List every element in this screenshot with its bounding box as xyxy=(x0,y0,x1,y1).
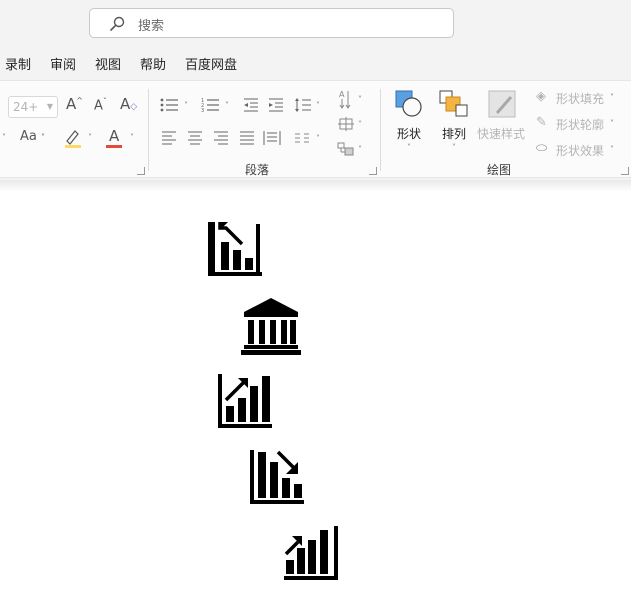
chevron-down-icon: ˅ xyxy=(610,93,614,102)
clear-formatting-button[interactable]: A◇ xyxy=(120,95,137,113)
bullets-icon[interactable] xyxy=(160,97,180,113)
ribbon-panel: 24+ ▼ A^ Aˇ A◇ ˅ Aa ˅ ˅ A ˅ ˅ 1 2 3 ˅ ˅ … xyxy=(0,80,631,178)
chart-increase-icon[interactable] xyxy=(216,372,274,430)
quick-styles-label: 快速样式 xyxy=(477,127,526,141)
chevron-down-icon: ˅ xyxy=(358,95,362,104)
shapes-button[interactable]: 形状 ˅ xyxy=(392,89,428,159)
change-case-label: Aa xyxy=(20,129,37,144)
align-right-icon[interactable] xyxy=(213,131,229,145)
search-placeholder: 搜索 xyxy=(138,19,165,34)
group-separator xyxy=(380,89,381,171)
chart-decrease-arrow-icon[interactable] xyxy=(248,448,306,506)
chevron-down-icon: ▼ xyxy=(46,102,53,111)
chevron-down-icon: ˅ xyxy=(2,133,6,142)
increase-indent-icon[interactable] xyxy=(268,97,284,113)
arrange-label: 排列 xyxy=(442,127,467,141)
justify-icon[interactable] xyxy=(239,131,255,145)
font-dialog-launcher-icon[interactable] xyxy=(137,167,145,175)
chevron-down-icon: ˅ xyxy=(130,133,134,142)
tab-record[interactable]: 录制 xyxy=(5,54,31,73)
slide-canvas xyxy=(0,192,631,612)
font-color-icon: A xyxy=(109,127,120,145)
chevron-down-icon: ˅ xyxy=(88,133,92,142)
shape-outline-button[interactable]: ✎ 形状轮廓 ˅ xyxy=(536,115,626,133)
shrink-font-button[interactable]: Aˇ xyxy=(94,97,107,113)
clear-formatting-icon: A xyxy=(120,95,131,113)
align-text-icon[interactable] xyxy=(337,116,355,132)
columns-icon[interactable] xyxy=(294,132,310,144)
svg-text:A: A xyxy=(339,90,345,99)
shapes-icon xyxy=(395,90,422,117)
tab-view[interactable]: 视图 xyxy=(95,54,121,73)
chart-growth-icon[interactable] xyxy=(282,524,340,582)
drawing-dialog-launcher-icon[interactable] xyxy=(621,167,629,175)
chevron-down-icon: ˅ xyxy=(452,143,456,152)
shape-fill-label: 形状填充 xyxy=(556,92,605,106)
paragraph-group-label: 段落 xyxy=(245,163,270,177)
paragraph-dialog-launcher-icon[interactable] xyxy=(369,167,377,175)
tab-baidu-netdisk[interactable]: 百度网盘 xyxy=(185,54,237,73)
grow-font-button[interactable]: A^ xyxy=(66,95,83,113)
title-bar: 搜索 xyxy=(0,0,631,48)
shape-effects-label: 形状效果 xyxy=(556,144,605,158)
change-case-button[interactable]: Aa ˅ xyxy=(20,129,45,144)
numbering-icon[interactable]: 1 2 3 xyxy=(201,97,221,113)
quick-styles-button[interactable]: 快速样式 xyxy=(477,89,529,149)
svg-text:3: 3 xyxy=(201,108,204,113)
chevron-down-icon: ˅ xyxy=(610,119,614,128)
font-color-button[interactable]: A xyxy=(106,127,124,149)
drawing-group-label: 绘图 xyxy=(487,163,512,177)
shape-outline-label: 形状轮廓 xyxy=(556,118,605,132)
chevron-down-icon: ˅ xyxy=(184,101,188,110)
chevron-down-icon: ˅ xyxy=(610,145,614,154)
chevron-down-icon: ˅ xyxy=(358,145,362,154)
chart-decrease-icon[interactable] xyxy=(206,220,264,278)
shape-fill-button[interactable]: ◈ 形状填充 ˅ xyxy=(536,89,626,107)
line-spacing-icon[interactable] xyxy=(294,96,312,114)
align-center-icon[interactable] xyxy=(187,131,203,145)
ribbon-tabs: 录制 审阅 视图 帮助 百度网盘 xyxy=(0,48,631,78)
text-direction-icon[interactable]: A xyxy=(338,89,356,109)
tab-review[interactable]: 审阅 xyxy=(50,54,77,78)
shrink-font-icon: A xyxy=(94,98,103,114)
chevron-down-icon: ˅ xyxy=(225,101,229,110)
grow-font-icon: A xyxy=(66,95,77,113)
arrange-icon xyxy=(439,90,468,117)
font-color-swatch xyxy=(106,145,122,148)
decrease-indent-icon[interactable] xyxy=(243,97,259,113)
quick-styles-icon xyxy=(488,90,516,118)
shape-effects-button[interactable]: ⬭ 形状效果 ˅ xyxy=(536,141,626,159)
shapes-label: 形状 xyxy=(397,127,422,141)
paint-bucket-icon: ◈ xyxy=(536,89,546,104)
search-box[interactable]: 搜索 xyxy=(89,8,454,38)
tab-help[interactable]: 帮助 xyxy=(140,54,166,73)
group-separator xyxy=(148,89,149,171)
chevron-down-icon: ˅ xyxy=(407,143,411,152)
pencil-outline-icon: ✎ xyxy=(536,115,547,130)
ribbon: 24+ ▼ A^ Aˇ A◇ ˅ Aa ˅ ˅ A ˅ ˅ 1 2 3 ˅ ˅ … xyxy=(0,76,631,180)
distributed-align-icon[interactable] xyxy=(263,130,281,146)
search-icon xyxy=(110,16,125,31)
chevron-down-icon: ˅ xyxy=(358,120,362,129)
shape-effects-icon: ⬭ xyxy=(536,141,548,156)
arrange-button[interactable]: 排列 ˅ xyxy=(438,89,474,159)
chevron-down-icon: ˅ xyxy=(316,101,320,110)
convert-smartart-icon[interactable] xyxy=(337,141,355,157)
highlighter-icon[interactable] xyxy=(62,127,84,149)
ribbon-shadow xyxy=(0,180,631,192)
align-left-icon[interactable] xyxy=(161,131,177,145)
bank-building-icon[interactable] xyxy=(240,296,302,356)
font-size-select[interactable]: 24+ ▼ xyxy=(8,96,58,118)
font-size-value: 24+ xyxy=(13,100,39,114)
chevron-down-icon: ˅ xyxy=(316,134,320,143)
